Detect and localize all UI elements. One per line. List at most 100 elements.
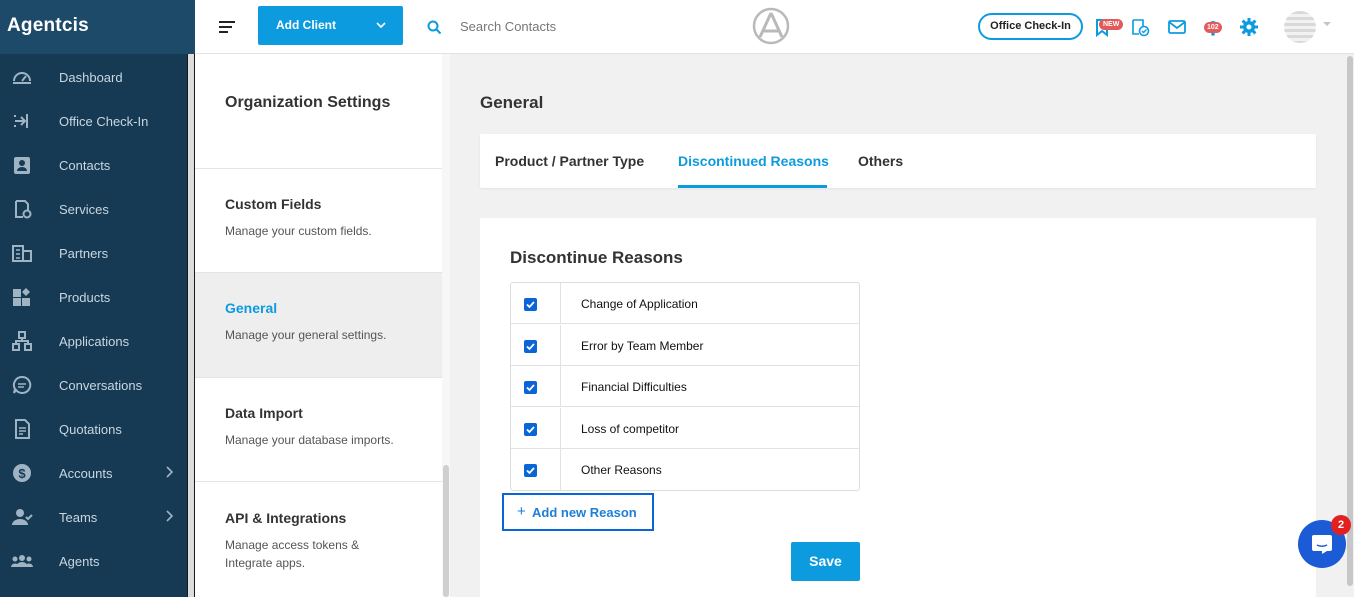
tab-bar: Product / Partner Type Discontinued Reas…	[480, 134, 1316, 188]
active-tab-indicator	[678, 185, 827, 188]
office-checkin-button[interactable]: Office Check-In	[978, 13, 1083, 40]
tab-product-partner-type[interactable]: Product / Partner Type	[495, 153, 644, 169]
check-icon	[526, 301, 535, 309]
applications-icon	[12, 331, 32, 351]
chevron-down-icon[interactable]	[376, 21, 386, 29]
list-item: Change of Application	[511, 283, 859, 324]
sidebar-item-label: Conversations	[59, 377, 143, 393]
products-icon	[13, 288, 30, 306]
list-item: Error by Team Member	[511, 325, 859, 366]
settings-item-title: General	[225, 300, 278, 316]
menu-icon[interactable]	[218, 19, 236, 35]
settings-item-title: API & Integrations	[225, 510, 347, 526]
reason-checkbox[interactable]	[524, 464, 537, 477]
mail-icon[interactable]	[1167, 17, 1187, 37]
sidebar-item-label: Contacts	[59, 157, 111, 173]
page-scrollbar-thumb[interactable]	[1347, 56, 1353, 586]
agents-icon	[11, 555, 33, 567]
search-input[interactable]	[460, 14, 660, 38]
company-logo	[752, 7, 790, 45]
teams-icon	[12, 509, 33, 525]
settings-item-description: Manage your database imports.	[225, 433, 394, 447]
sidebar-item-label: Services	[59, 201, 109, 217]
contacts-icon	[14, 157, 30, 174]
reason-checkbox[interactable]	[524, 298, 537, 311]
chevron-down-icon[interactable]	[1322, 21, 1332, 28]
chat-icon	[1312, 535, 1332, 554]
sidebar-item-services[interactable]: Services	[0, 187, 187, 231]
sidebar-item-label: Quotations	[59, 421, 122, 437]
check-icon	[526, 467, 535, 475]
add-new-reason-label: Add new Reason	[532, 505, 637, 520]
tab-others[interactable]: Others	[858, 153, 903, 169]
checkbox-cell	[511, 449, 561, 490]
add-new-reason-button[interactable]: + Add new Reason	[502, 493, 654, 531]
conversations-icon	[12, 375, 32, 394]
settings-item-description: Manage your custom fields.	[225, 224, 372, 238]
settings-item-title: Custom Fields	[225, 196, 322, 212]
reason-label: Change of Application	[581, 297, 698, 311]
svg-text:$: $	[18, 466, 26, 481]
sidebar-item-teams[interactable]: Teams	[0, 495, 187, 539]
sidebar-item-label: Applications	[59, 333, 130, 349]
settings-panel: Organization Settings Custom Fields Mana…	[195, 54, 450, 597]
list-item: Loss of competitor	[511, 408, 859, 449]
reason-checkbox[interactable]	[524, 423, 537, 436]
checkbox-cell	[511, 325, 561, 365]
reason-checkbox[interactable]	[524, 381, 537, 394]
sidebar-item-label: Office Check-In	[59, 113, 149, 129]
check-icon	[526, 426, 535, 434]
check-icon	[526, 384, 535, 392]
quotations-icon	[15, 419, 30, 439]
settings-scrollbar-thumb[interactable]	[443, 465, 449, 597]
page-title: General	[480, 93, 544, 112]
reason-checkbox[interactable]	[524, 340, 537, 353]
sidebar-item-partners[interactable]: Partners	[0, 231, 187, 275]
sidebar-item-office-checkin[interactable]: Office Check-In	[0, 99, 187, 143]
sidebar-item-applications[interactable]: Applications	[0, 319, 187, 363]
sidebar-item-label: Products	[59, 289, 111, 305]
sidebar-item-accounts[interactable]: $ Accounts	[0, 451, 187, 495]
reason-label: Other Reasons	[581, 463, 662, 477]
plus-icon: +	[517, 503, 526, 520]
chevron-right-icon	[166, 466, 174, 478]
sidebar-item-conversations[interactable]: Conversations	[0, 363, 187, 407]
task-check-icon[interactable]	[1130, 17, 1150, 37]
new-badge: NEW	[1099, 19, 1124, 30]
sidebar-item-dashboard[interactable]: Dashboard	[0, 55, 187, 99]
list-item: Other Reasons	[511, 449, 859, 490]
sidebar-item-contacts[interactable]: Contacts	[0, 143, 187, 187]
partners-icon	[12, 245, 32, 262]
settings-item-data-import[interactable]: Data Import Manage your database imports…	[195, 378, 442, 482]
sidebar-item-label: Accounts	[59, 465, 113, 481]
brand-logo[interactable]: Agentcis	[0, 0, 195, 54]
settings-item-custom-fields[interactable]: Custom Fields Manage your custom fields.	[195, 169, 442, 273]
avatar[interactable]	[1284, 11, 1316, 43]
sidebar-item-products[interactable]: Products	[0, 275, 187, 319]
add-client-button[interactable]: Add Client	[258, 6, 403, 45]
list-item: Financial Difficulties	[511, 366, 859, 407]
reasons-list: Change of Application Error by Team Memb…	[510, 282, 860, 491]
dashboard-icon	[13, 72, 31, 84]
save-button[interactable]: Save	[791, 542, 860, 581]
settings-title: Organization Settings	[225, 94, 391, 111]
checkbox-cell	[511, 283, 561, 323]
checkbox-cell	[511, 408, 561, 448]
office-checkin-icon	[14, 114, 28, 128]
discontinue-reasons-card: Discontinue Reasons Change of Applicatio…	[480, 218, 1316, 597]
accounts-icon: $	[13, 464, 31, 482]
check-icon	[526, 343, 535, 351]
sidebar-item-label: Partners	[59, 245, 109, 261]
sidebar-item-agents[interactable]: Agents	[0, 539, 187, 583]
tab-discontinued-reasons[interactable]: Discontinued Reasons	[678, 153, 829, 169]
settings-item-general[interactable]: General Manage your general settings.	[195, 273, 442, 377]
settings-item-description: Manage your general settings.	[225, 328, 387, 342]
gear-icon[interactable]	[1239, 17, 1259, 37]
checkbox-cell	[511, 366, 561, 406]
sidebar-scrollbar-thumb[interactable]	[188, 54, 194, 597]
reason-label: Loss of competitor	[581, 422, 680, 436]
settings-item-api-integrations[interactable]: API & Integrations Manage access tokens …	[195, 483, 442, 587]
search-icon	[427, 20, 442, 35]
sidebar-item-quotations[interactable]: Quotations	[0, 407, 187, 451]
add-client-label: Add Client	[276, 18, 336, 32]
